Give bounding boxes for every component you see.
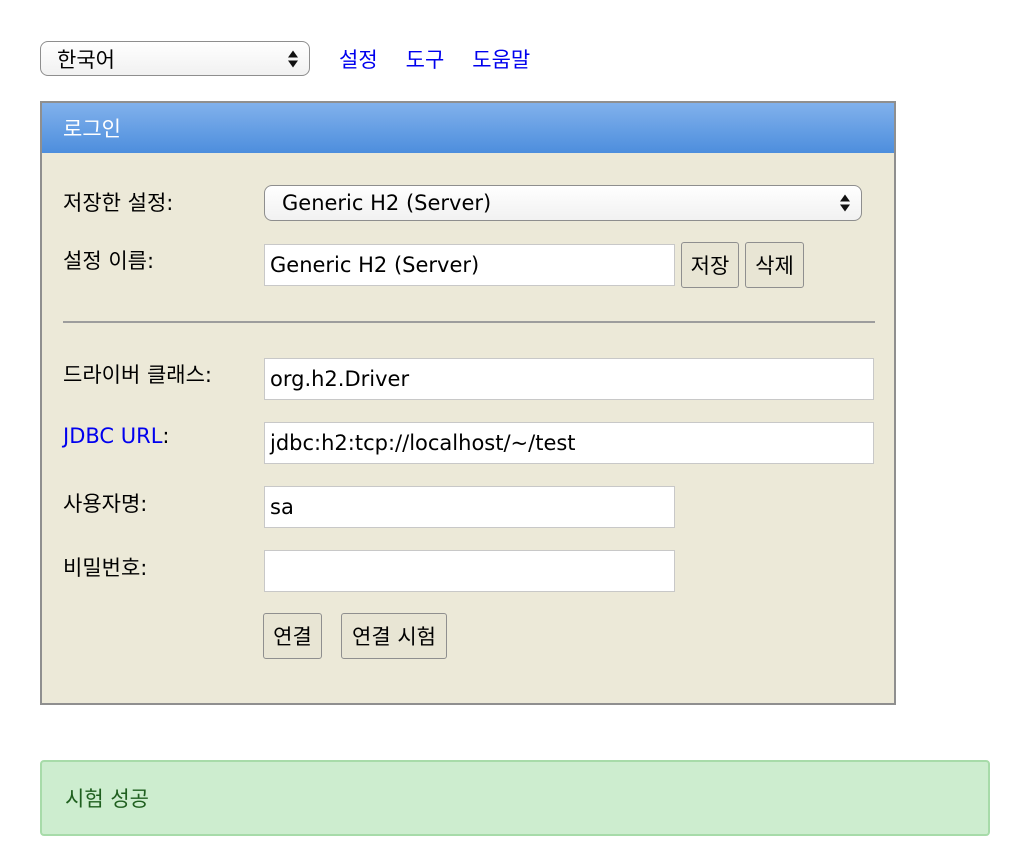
driver-class-label: 드라이버 클래스: [63,363,212,387]
select-arrows-icon [840,194,850,212]
tools-link[interactable]: 도구 [406,44,445,74]
saved-settings-label: 저장한 설정: [63,191,174,215]
driver-class-value: org.h2.Driver [270,367,410,391]
settings-link[interactable]: 설정 [339,44,378,74]
password-label: 비밀번호: [63,556,148,580]
jdbc-url-label: JDBC URL: [63,424,169,448]
section-divider [63,321,875,323]
setting-name-input[interactable]: Generic H2 (Server) [264,244,675,286]
driver-class-input[interactable]: org.h2.Driver [264,358,874,400]
jdbc-url-link[interactable]: JDBC URL [63,424,162,448]
saved-settings-select[interactable]: Generic H2 (Server) [264,185,862,221]
username-value: sa [270,495,294,519]
login-panel: 로그인 저장한 설정: Generic H2 (Server) 설정 이름: G… [40,101,896,705]
jdbc-url-input[interactable]: jdbc:h2:tcp://localhost/~/test [264,422,874,464]
language-select-value: 한국어 [57,47,115,72]
top-bar: 한국어 설정 도구 도움말 [40,40,530,77]
login-panel-header: 로그인 [42,103,894,153]
connect-button[interactable]: 연결 [263,613,322,659]
select-arrows-icon [288,50,298,67]
password-input[interactable] [264,550,675,592]
jdbc-url-colon: : [162,424,170,448]
status-message: 시험 성공 [40,760,990,836]
setting-name-value: Generic H2 (Server) [270,253,480,277]
save-button[interactable]: 저장 [681,242,739,288]
help-link[interactable]: 도움말 [472,44,530,74]
setting-name-label: 설정 이름: [63,249,155,273]
language-select[interactable]: 한국어 [40,41,310,76]
login-title: 로그인 [63,117,121,141]
username-input[interactable]: sa [264,486,675,528]
delete-button[interactable]: 삭제 [745,242,804,288]
test-connection-button[interactable]: 연결 시험 [341,613,447,659]
jdbc-url-value: jdbc:h2:tcp://localhost/~/test [270,431,576,455]
status-text: 시험 성공 [65,787,149,811]
username-label: 사용자명: [63,492,148,516]
saved-settings-value: Generic H2 (Server) [282,191,492,215]
